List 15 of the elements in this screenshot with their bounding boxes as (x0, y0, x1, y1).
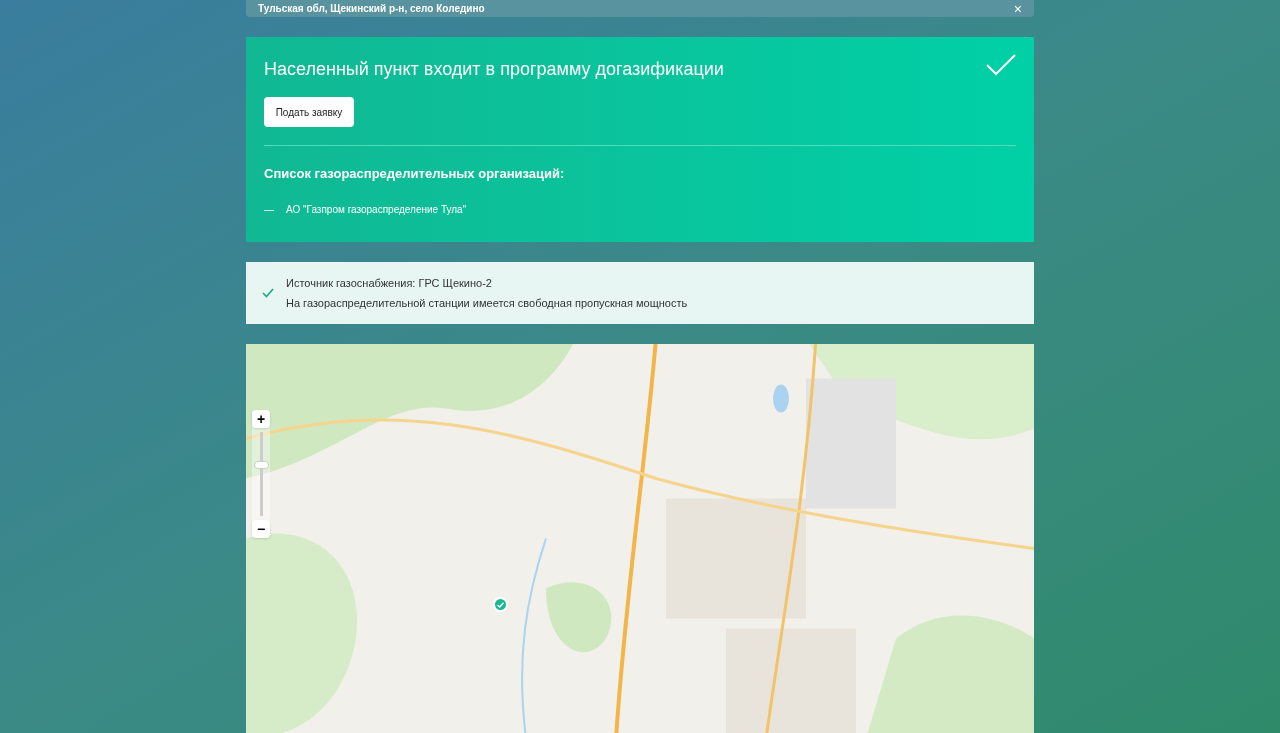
check-icon (262, 288, 274, 298)
zoom-slider[interactable] (253, 432, 269, 516)
list-dash: — (264, 202, 274, 217)
organizations-title: Список газораспределительных организаций: (264, 165, 566, 183)
organization-name: АО "Газпром газораспределение Тула" (286, 202, 467, 217)
address-text: Тульская обл, Щекинский р-н, село Коледино (258, 3, 485, 14)
check-icon (986, 54, 1016, 76)
check-icon (497, 601, 504, 608)
program-title: Населенный пункт входит в программу догазификации (264, 58, 724, 81)
zoom-handle[interactable] (253, 460, 269, 469)
source-text: Источник газоснабжения: ГРС Щекино-2 (286, 276, 493, 291)
apply-button[interactable]: Подать заявку (264, 97, 354, 127)
zoom-out-button[interactable]: − (252, 520, 270, 538)
zoom-in-button[interactable]: + (252, 410, 270, 428)
source-text: На газораспределительной станции имеется свободная пропускная мощность (286, 295, 688, 311)
